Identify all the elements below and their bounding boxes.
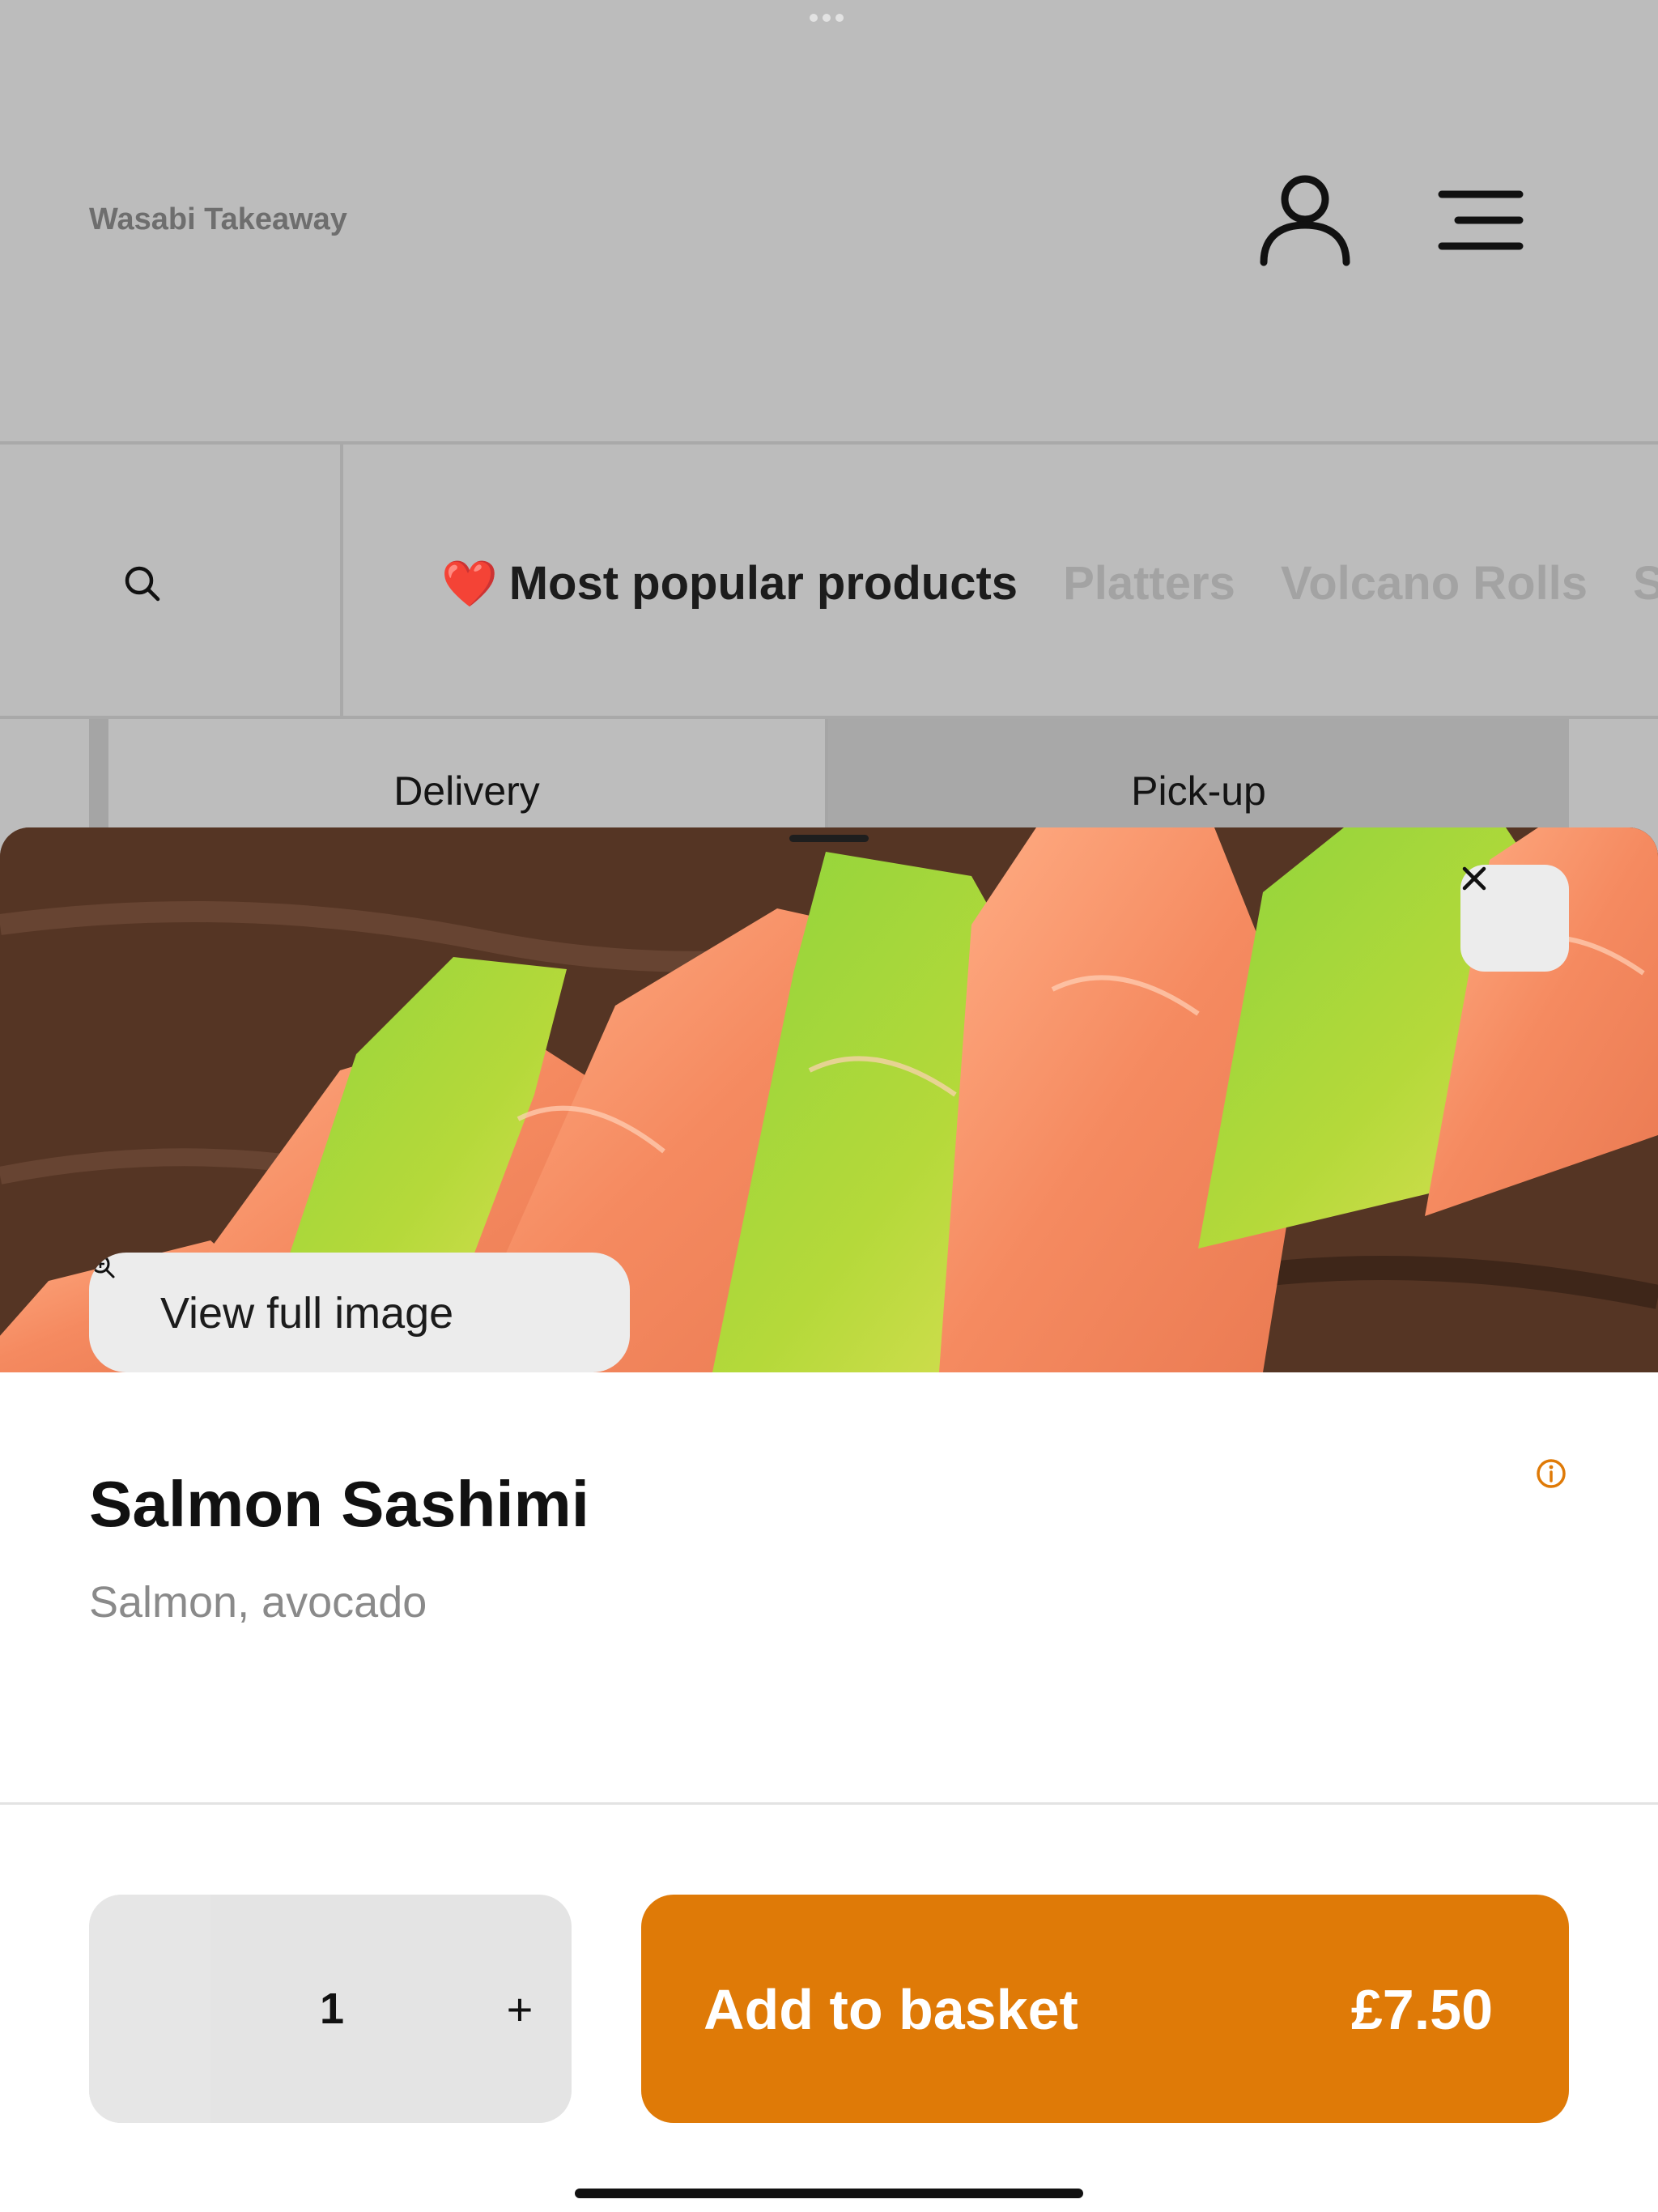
tab-label: Most popular products: [508, 557, 1018, 610]
tab-truncated[interactable]: S: [1633, 556, 1658, 610]
quantity-value: 1: [319, 1984, 345, 2033]
app-header: Wasabi Takeaway: [0, 0, 1658, 441]
category-bar: ❤️ Most popular products Platters Volcano…: [0, 441, 1658, 719]
hamburger-menu-icon: [1438, 190, 1524, 250]
tab-platters[interactable]: Platters: [1063, 556, 1235, 610]
delivery-option[interactable]: Delivery: [105, 719, 828, 832]
account-button[interactable]: [1259, 170, 1352, 267]
mode-row-edge: [89, 719, 105, 832]
info-icon[interactable]: [1535, 1457, 1567, 1490]
home-indicator[interactable]: [575, 2189, 1083, 2198]
tab-volcano-rolls[interactable]: Volcano Rolls: [1281, 556, 1588, 610]
divider: [0, 1802, 1658, 1805]
zoom-in-icon: [91, 1254, 115, 1278]
decrement-button[interactable]: [89, 1895, 210, 2123]
price-label: £7.50: [1350, 1978, 1493, 2041]
brand-name[interactable]: Wasabi Takeaway: [89, 202, 347, 237]
sheet-grabber[interactable]: [789, 835, 869, 842]
quantity-stepper: 1 +: [89, 1895, 572, 2123]
person-icon: [1260, 175, 1350, 266]
product-title: Salmon Sashimi: [89, 1468, 589, 1540]
menu-button[interactable]: [1437, 186, 1526, 255]
view-full-image-label: View full image: [160, 1289, 454, 1338]
view-full-image-button[interactable]: View full image: [89, 1253, 630, 1372]
heart-icon: ❤️: [441, 558, 498, 609]
order-mode-selector: Delivery Pick-up: [0, 719, 1658, 832]
product-image[interactable]: View full image: [0, 827, 1658, 1372]
search-icon: [125, 566, 160, 602]
product-sheet: View full image Salmon Sashimi Salmon, a…: [0, 827, 1658, 2212]
pickup-option[interactable]: Pick-up: [828, 719, 1569, 832]
add-to-basket-button[interactable]: Add to basket £7.50: [641, 1895, 1569, 2123]
add-to-basket-label: Add to basket: [704, 1978, 1078, 2041]
close-button[interactable]: [1460, 865, 1569, 972]
close-icon: [1462, 866, 1486, 891]
category-tabs: ❤️ Most popular products Platters Volcano…: [441, 556, 1658, 610]
tab-most-popular[interactable]: ❤️ Most popular products: [441, 556, 1018, 610]
search-button[interactable]: [0, 445, 343, 716]
product-description: Salmon, avocado: [89, 1578, 427, 1627]
increment-button[interactable]: +: [468, 1895, 572, 2123]
